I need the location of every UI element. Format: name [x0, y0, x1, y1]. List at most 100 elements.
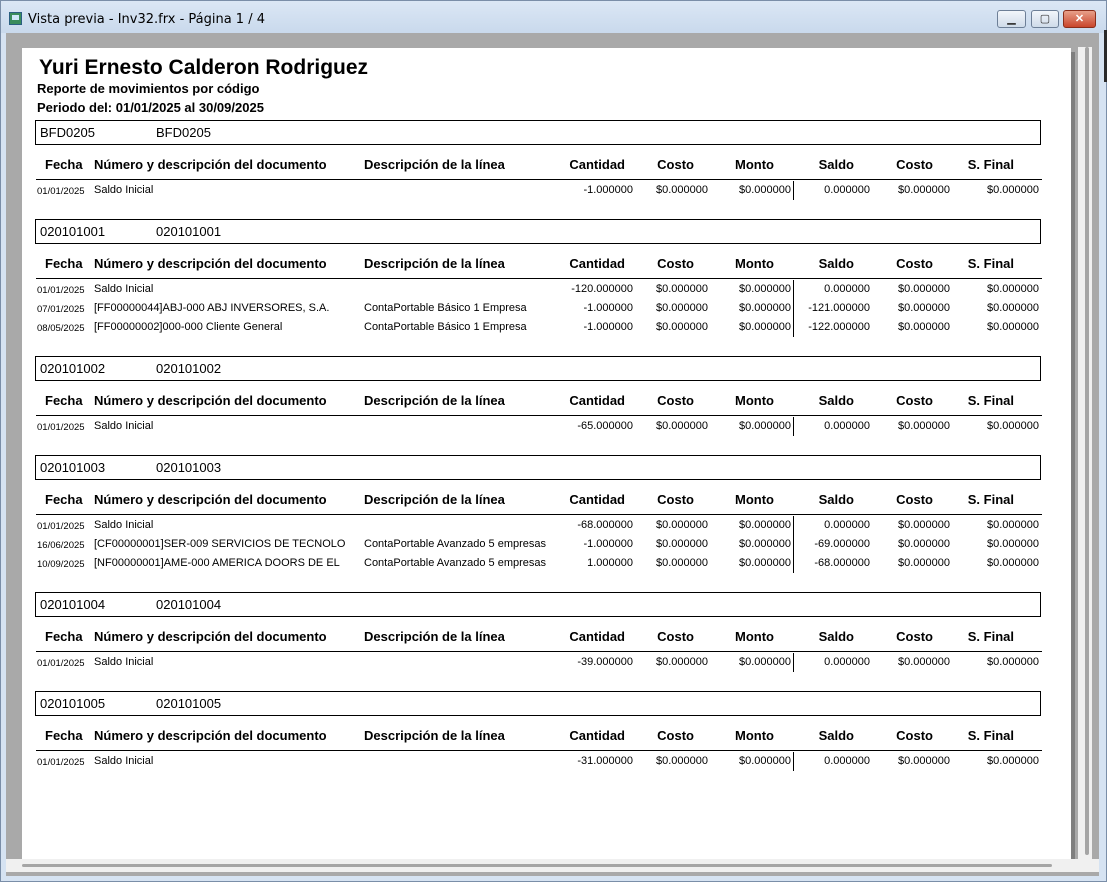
header-saldo: Saldo [818, 157, 854, 172]
header-saldo: Saldo [818, 492, 854, 507]
cell-saldo: 0.000000 [824, 184, 870, 196]
cell-descripcion: ContaPortable Básico 1 Empresa [364, 321, 527, 333]
cell-costo-2: $0.000000 [898, 755, 950, 767]
cell-costo-2: $0.000000 [898, 283, 950, 295]
product-code-box: 020101005 020101005 [35, 691, 1041, 716]
title-bar[interactable]: Vista previa - Inv32.frx - Página 1 / 4 … [1, 1, 1106, 33]
header-costo: Costo [657, 157, 694, 172]
table-row: 08/05/2025 [FF00000002]000-000 Cliente Ge… [22, 318, 1071, 337]
cell-s-final: $0.000000 [987, 302, 1039, 314]
product-code-box: BFD0205 BFD0205 [35, 120, 1041, 145]
header-saldo: Saldo [818, 256, 854, 271]
cell-costo-2: $0.000000 [898, 656, 950, 668]
cell-s-final: $0.000000 [987, 184, 1039, 196]
cell-cantidad: -65.000000 [577, 420, 633, 432]
cell-costo-2: $0.000000 [898, 420, 950, 432]
header-costo: Costo [657, 728, 694, 743]
header-cantidad: Cantidad [569, 492, 625, 507]
header-costo: Costo [657, 629, 694, 644]
cell-s-final: $0.000000 [987, 321, 1039, 333]
cell-cantidad: 1.000000 [587, 557, 633, 569]
cell-s-final: $0.000000 [987, 283, 1039, 295]
cell-saldo: 0.000000 [824, 755, 870, 767]
product-section: 020101004 020101004 Fecha Número y descripc… [22, 592, 1071, 679]
header-underline [36, 278, 1042, 279]
cell-s-final: $0.000000 [987, 420, 1039, 432]
product-code-box: 020101004 020101004 [35, 592, 1041, 617]
horizontal-scroll-thumb[interactable] [22, 864, 1052, 867]
scrollbar-corner [1086, 859, 1099, 872]
product-code: 020101001 [40, 224, 106, 239]
header-costo-2: Costo [896, 393, 933, 408]
app-icon [9, 12, 22, 25]
vertical-scroll-thumb[interactable] [1085, 47, 1089, 855]
cell-costo: $0.000000 [656, 420, 708, 432]
cell-cantidad: -39.000000 [577, 656, 633, 668]
maximize-button[interactable]: ▢ [1031, 10, 1059, 28]
header-saldo: Saldo [818, 629, 854, 644]
cell-s-final: $0.000000 [987, 557, 1039, 569]
header-costo-2: Costo [896, 256, 933, 271]
header-saldo: Saldo [818, 728, 854, 743]
table-row: 01/01/2025 Saldo Inicial -1.000000 $0.00000… [22, 181, 1071, 200]
header-descripcion: Descripción de la línea [364, 393, 505, 408]
minimize-button[interactable]: ▁ [997, 10, 1026, 28]
header-s-final: S. Final [967, 629, 1014, 644]
header-fecha: Fecha [45, 629, 83, 644]
cell-documento: Saldo Inicial [94, 184, 154, 196]
cell-s-final: $0.000000 [987, 656, 1039, 668]
header-s-final: S. Final [967, 256, 1014, 271]
product-name: 020101004 [156, 597, 222, 612]
cell-monto: $0.000000 [739, 321, 791, 333]
cell-fecha: 08/05/2025 [37, 323, 85, 334]
cell-saldo: -121.000000 [808, 302, 870, 314]
cell-documento: Saldo Inicial [94, 656, 154, 668]
cell-costo-2: $0.000000 [898, 519, 950, 531]
header-fecha: Fecha [45, 157, 83, 172]
header-fecha: Fecha [45, 728, 83, 743]
product-section: BFD0205 BFD0205 Fecha Número y descripción … [22, 120, 1071, 207]
cell-saldo: -69.000000 [814, 538, 870, 550]
product-code-box: 020101001 020101001 [35, 219, 1041, 244]
report-title: Yuri Ernesto Calderon Rodriguez [39, 56, 369, 79]
header-underline [36, 179, 1042, 180]
column-separator [793, 280, 794, 337]
cell-costo-2: $0.000000 [898, 302, 950, 314]
cell-s-final: $0.000000 [987, 519, 1039, 531]
product-name: 020101003 [156, 460, 222, 475]
cell-costo-2: $0.000000 [898, 557, 950, 569]
header-descripcion: Descripción de la línea [364, 629, 505, 644]
header-s-final: S. Final [967, 157, 1014, 172]
cell-saldo: 0.000000 [824, 656, 870, 668]
cell-documento: [NF00000001]AME-000 AMERICA DOORS DE EL [94, 557, 340, 569]
window-title: Vista previa - Inv32.frx - Página 1 / 4 [28, 12, 265, 27]
cell-documento: [FF00000002]000-000 Cliente General [94, 321, 283, 333]
cell-monto: $0.000000 [739, 755, 791, 767]
header-cantidad: Cantidad [569, 393, 625, 408]
product-section: 020101001 020101001 Fecha Número y descripc… [22, 219, 1071, 344]
cell-saldo: 0.000000 [824, 519, 870, 531]
close-button[interactable]: ✕ [1063, 10, 1096, 28]
header-numero: Número y descripción del documento [94, 256, 327, 271]
header-monto: Monto [735, 728, 774, 743]
cell-fecha: 07/01/2025 [37, 304, 85, 315]
cell-costo: $0.000000 [656, 519, 708, 531]
cell-descripcion: ContaPortable Básico 1 Empresa [364, 302, 527, 314]
product-section: 020101005 020101005 Fecha Número y descripc… [22, 691, 1071, 778]
cell-saldo: -68.000000 [814, 557, 870, 569]
cell-monto: $0.000000 [739, 538, 791, 550]
header-cantidad: Cantidad [569, 256, 625, 271]
header-costo-2: Costo [896, 157, 933, 172]
cell-documento: Saldo Inicial [94, 420, 154, 432]
cell-fecha: 01/01/2025 [37, 186, 85, 197]
table-row: 01/01/2025 Saldo Inicial -39.000000 $0.0000… [22, 653, 1071, 672]
cell-documento: Saldo Inicial [94, 519, 154, 531]
header-fecha: Fecha [45, 256, 83, 271]
table-row: 01/01/2025 Saldo Inicial -120.000000 $0.000… [22, 280, 1071, 299]
header-cantidad: Cantidad [569, 157, 625, 172]
cell-monto: $0.000000 [739, 519, 791, 531]
column-separator [793, 653, 794, 672]
cell-monto: $0.000000 [739, 184, 791, 196]
header-costo-2: Costo [896, 728, 933, 743]
cell-documento: Saldo Inicial [94, 283, 154, 295]
